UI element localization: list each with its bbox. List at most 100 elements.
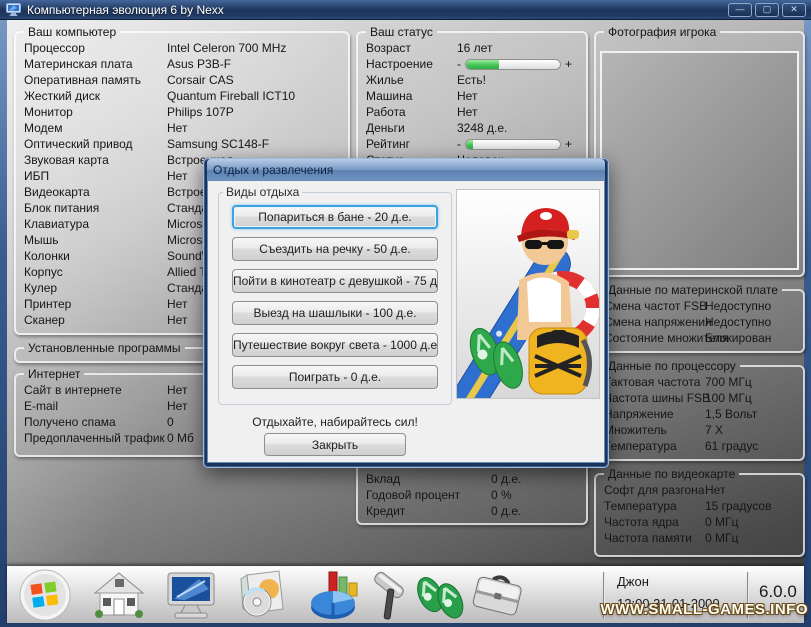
motherboard-value: Недоступно xyxy=(705,298,771,314)
spec-label: Принтер xyxy=(24,296,167,312)
computer-icon[interactable] xyxy=(165,569,217,621)
internet-value: Нет xyxy=(167,398,187,414)
gpu-row: Частота ядра 0 МГц xyxy=(604,514,797,530)
status-row-money: Деньги 3248 д.е. xyxy=(366,120,580,136)
spec-label: Оперативная память xyxy=(24,72,167,88)
gpu-value: 15 градусов xyxy=(705,498,771,514)
cpu-value: 700 МГц xyxy=(705,374,752,390)
cpu-label: Множитель xyxy=(604,422,705,438)
spec-value: Нет xyxy=(167,168,187,184)
status-row-mood: Настроение - + xyxy=(366,56,580,72)
rest-dialog-titlebar[interactable]: Отдых и развлечения xyxy=(207,159,605,180)
cpu-value: 7 X xyxy=(705,422,723,438)
motherboard-row: Смена частот FSB Недоступно xyxy=(604,298,797,314)
spec-row: Материнская плата Asus P3B-F xyxy=(24,56,342,72)
gpu-row: Софт для разгона Нет xyxy=(604,482,797,498)
gpu-row: Частота памяти 0 МГц xyxy=(604,530,797,546)
work-icon[interactable] xyxy=(469,569,525,621)
spec-row: Оптический привод Samsung SC148-F xyxy=(24,136,342,152)
cpu-panel: Данные по процессору Тактовая частота 70… xyxy=(594,359,805,461)
home-icon[interactable] xyxy=(93,569,145,621)
status-panel-title: Ваш статус xyxy=(366,25,437,39)
cpu-label: Тактовая частота xyxy=(604,374,705,390)
bank-value: 0 % xyxy=(491,487,512,503)
activity-button[interactable]: Поиграть - 0 д.е. xyxy=(232,365,438,389)
bank-label: Вклад xyxy=(366,471,491,487)
cpu-row: Напряжение 1,5 Вольт xyxy=(604,406,797,422)
internet-value: 0 Мб xyxy=(167,430,194,446)
motherboard-row: Смена напряжения Недоступно xyxy=(604,314,797,330)
game-window: { "window": { "title": "Компьютерная эво… xyxy=(0,0,811,627)
photo-panel-title: Фотография игрока xyxy=(604,25,720,39)
bank-row: Годовой процент 0 % xyxy=(366,487,580,503)
spec-value: Samsung SC148-F xyxy=(167,136,269,152)
dialog-close-button[interactable]: Закрыть xyxy=(264,433,406,456)
status-row-car: Машина Нет xyxy=(366,88,580,104)
spec-row: Монитор Philips 107P xyxy=(24,104,342,120)
internet-value: Нет xyxy=(167,382,187,398)
activity-button[interactable]: Съездить на речку - 50 д.е. xyxy=(232,237,438,261)
spec-value: Asus P3B-F xyxy=(167,56,231,72)
cpu-label: Температура xyxy=(604,438,705,454)
maximize-button[interactable]: ▢ xyxy=(755,3,779,17)
gpu-panel: Данные по видеокарте Софт для разгона Не… xyxy=(594,467,805,557)
rest-dialog: Отдых и развлечения Виды отдыха Попарить… xyxy=(203,158,609,468)
bank-row: Кредит 0 д.е. xyxy=(366,503,580,519)
statistics-icon[interactable] xyxy=(309,569,361,621)
spec-row: Оперативная память Corsair CAS xyxy=(24,72,342,88)
minimize-button[interactable]: — xyxy=(728,3,752,17)
close-button[interactable]: ✕ xyxy=(782,3,806,17)
motherboard-panel-title: Данные по материнской плате xyxy=(604,283,782,297)
spec-value: Нет xyxy=(167,312,187,328)
rest-icon[interactable] xyxy=(413,569,465,621)
windows-start-icon[interactable] xyxy=(19,569,71,621)
player-photo xyxy=(600,51,799,270)
gpu-value: 0 МГц xyxy=(705,514,738,530)
motherboard-panel: Данные по материнской плате Смена частот… xyxy=(594,283,805,353)
activity-button[interactable]: Пойти в кинотеатр с девушкой - 75 д.е. xyxy=(232,269,438,293)
player-name: Джон xyxy=(617,574,720,589)
activity-button[interactable]: Попариться в бане - 20 д.е. xyxy=(232,205,438,229)
internet-label: Получено спама xyxy=(24,414,167,430)
cpu-row: Частота шины FSB 100 МГц xyxy=(604,390,797,406)
cpu-value: 1,5 Вольт xyxy=(705,406,757,422)
rest-dialog-body: Виды отдыха Попариться в бане - 20 д.е. … xyxy=(207,180,605,463)
mood-progress-fill xyxy=(466,60,499,69)
spec-label: Процессор xyxy=(24,40,167,56)
gpu-value: 0 МГц xyxy=(705,530,738,546)
rating-progress-fill xyxy=(466,140,473,149)
mood-plus-label: + xyxy=(565,56,572,72)
bank-value: 0 д.е. xyxy=(491,471,521,487)
internet-label: Предоплаченный трафик xyxy=(24,430,167,446)
title-bar[interactable]: Компьютерная эволюция 6 by Nexx — ▢ ✕ xyxy=(0,0,811,20)
spec-value: Нет xyxy=(167,296,187,312)
software-icon[interactable] xyxy=(237,569,289,621)
bank-label: Кредит xyxy=(366,503,491,519)
motherboard-value: Блокирован xyxy=(705,330,771,346)
gpu-value: Нет xyxy=(705,482,725,498)
bank-row: Вклад 0 д.е. xyxy=(366,471,580,487)
tools-icon[interactable] xyxy=(367,569,411,621)
app-icon xyxy=(6,3,21,16)
motherboard-row: Состояние множителя Блокирован xyxy=(604,330,797,346)
spec-label: Сканер xyxy=(24,312,167,328)
cpu-row: Множитель 7 X xyxy=(604,422,797,438)
mood-minus-label: - xyxy=(457,56,461,72)
spec-label: Видеокарта xyxy=(24,184,167,200)
spec-row: Процессор Intel Celeron 700 MHz xyxy=(24,40,342,56)
internet-label: Сайт в интернете xyxy=(24,382,167,398)
internet-panel-title: Интернет xyxy=(24,367,84,381)
gpu-label: Софт для разгона xyxy=(604,482,705,498)
window-title: Компьютерная эволюция 6 by Nexx xyxy=(27,3,224,17)
status-row-job: Работа Нет xyxy=(366,104,580,120)
spec-label: ИБП xyxy=(24,168,167,184)
activity-button[interactable]: Путешествие вокруг света - 1000 д.е. xyxy=(232,333,438,357)
rating-progress-bar xyxy=(465,139,561,150)
rest-dialog-title: Отдых и развлечения xyxy=(213,163,333,177)
spec-value: Corsair CAS xyxy=(167,72,234,88)
game-version: 6.0.0 xyxy=(759,582,797,602)
activity-button[interactable]: Выезд на шашлыки - 100 д.е. xyxy=(232,301,438,325)
spec-row: Модем Нет xyxy=(24,120,342,136)
internet-value: 0 xyxy=(167,414,174,430)
gpu-row: Температура 15 градусов xyxy=(604,498,797,514)
